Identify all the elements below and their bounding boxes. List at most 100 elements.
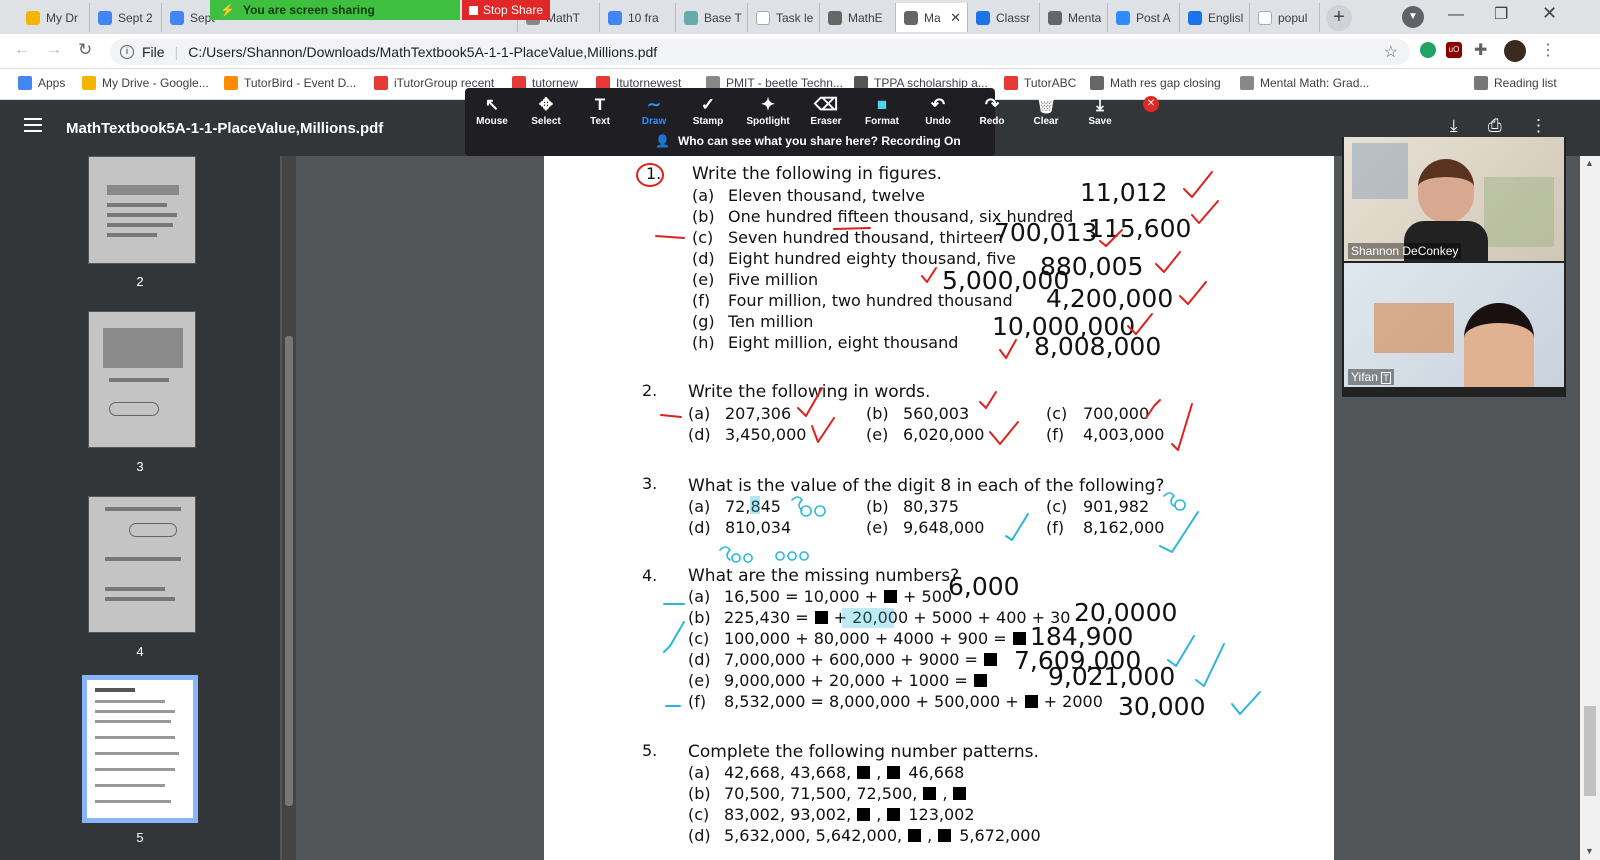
tool-spotlight[interactable]: ✦ Spotlight xyxy=(743,94,793,127)
browser-tab[interactable]: Classr xyxy=(968,3,1040,32)
bookmark-label: TutorBird - Event D... xyxy=(244,76,357,90)
browser-tab[interactable]: 10 fra xyxy=(600,3,676,32)
bookmark-star-icon[interactable]: ☆ xyxy=(1384,42,1398,62)
tool-redo[interactable]: ↷ Redo xyxy=(967,94,1017,127)
apps-grid-icon xyxy=(18,76,32,90)
browser-tab[interactable]: Menta xyxy=(1040,3,1108,32)
tool-eraser[interactable]: ⌫ Eraser xyxy=(801,94,851,127)
ublock-icon[interactable]: uO xyxy=(1446,42,1462,58)
browser-tab[interactable]: Ma ✕ xyxy=(896,3,968,32)
page-scrollbar[interactable]: ▲ ▼ xyxy=(1580,156,1600,860)
bookmark-item[interactable]: Apps xyxy=(18,76,65,90)
red-check-mark xyxy=(1145,399,1161,419)
redo-icon: ↷ xyxy=(984,95,1000,114)
tool-select[interactable]: ✥ Select xyxy=(521,94,571,127)
sidebar-scrollbar[interactable] xyxy=(282,156,296,860)
tool-label: Save xyxy=(1088,116,1112,127)
bookmark-item[interactable]: My Drive - Google... xyxy=(82,76,209,90)
video-tile-yifan[interactable]: Yifan T xyxy=(1344,263,1564,387)
close-annotation-icon[interactable]: ✕ xyxy=(1143,96,1159,112)
tool-label: Select xyxy=(531,116,561,127)
tool-format[interactable]: ■ Format xyxy=(857,94,907,127)
hamburger-menu-icon[interactable] xyxy=(24,118,42,132)
stop-share-button[interactable]: Stop Share xyxy=(462,0,550,20)
red-check-mark xyxy=(921,267,937,283)
red-check-mark xyxy=(811,417,835,443)
web-icon xyxy=(828,10,842,25)
cc-icon: T xyxy=(1381,372,1391,384)
new-tab-button[interactable]: + xyxy=(1326,5,1352,31)
url-input[interactable]: i File | C:/Users/Shannon/Downloads/Math… xyxy=(110,39,1410,65)
url-text: C:/Users/Shannon/Downloads/MathTextbook5… xyxy=(188,44,658,60)
tool-label: Text xyxy=(590,116,610,127)
extension-icon[interactable] xyxy=(1420,42,1436,58)
print-icon[interactable]: ⎙ xyxy=(1488,116,1502,136)
people-icon: 👤 xyxy=(655,134,670,148)
reading-list-icon xyxy=(1474,76,1488,90)
red-check-mark xyxy=(989,421,1019,445)
thumbnail-page-2[interactable] xyxy=(88,156,196,264)
tool-label: Spotlight xyxy=(746,116,790,127)
separator: | xyxy=(174,44,179,60)
reload-icon[interactable]: ↻ xyxy=(78,40,92,60)
minimize-button[interactable]: — xyxy=(1448,6,1464,24)
stop-share-label: Stop Share xyxy=(482,3,544,17)
thumbnail-page-3[interactable] xyxy=(88,311,196,448)
download-icon[interactable]: ⤓ xyxy=(1450,116,1458,136)
thumbnail-page-4[interactable] xyxy=(88,496,196,633)
tool-stamp[interactable]: ✓ Stamp xyxy=(683,94,733,127)
bookmark-item[interactable]: TutorABC xyxy=(1004,76,1076,90)
tool-text[interactable]: T Text xyxy=(575,94,625,127)
tab-label: Englisl xyxy=(1208,10,1244,25)
red-circle-mark xyxy=(636,163,664,187)
restore-button[interactable]: ❐ xyxy=(1494,4,1508,24)
thumbnail-number: 5 xyxy=(136,830,144,845)
browser-tab[interactable]: Post A xyxy=(1108,3,1180,32)
red-dash-mark xyxy=(660,414,682,418)
scroll-down-icon[interactable]: ▼ xyxy=(1585,846,1594,856)
close-window-button[interactable]: ✕ xyxy=(1542,3,1557,24)
tool-undo[interactable]: ↶ Undo xyxy=(913,94,963,127)
bookmark-item[interactable]: Mental Math: Grad... xyxy=(1240,76,1369,90)
tool-mouse[interactable]: ↖ Mouse xyxy=(467,94,517,127)
bookmark-item[interactable]: Math res gap closing xyxy=(1090,76,1221,90)
tab-search-icon[interactable]: ▼ xyxy=(1402,6,1424,28)
browser-tab[interactable]: Task le xyxy=(748,3,820,32)
thumbnail-number: 2 xyxy=(136,274,144,289)
web-icon xyxy=(904,10,918,25)
scroll-up-icon[interactable]: ▲ xyxy=(1585,158,1594,168)
tab-label: My Dr xyxy=(46,10,78,25)
close-tab-icon[interactable]: ✕ xyxy=(950,10,961,26)
browser-tab[interactable]: Sept 2 xyxy=(90,3,162,32)
profile-avatar[interactable] xyxy=(1504,40,1526,62)
bookmark-item[interactable]: Reading list xyxy=(1474,76,1557,90)
browser-tab[interactable]: Base T xyxy=(676,3,748,32)
bookmark-favicon xyxy=(1090,76,1104,90)
scroll-thumb[interactable] xyxy=(1584,706,1596,796)
puzzle-icon[interactable]: ✚ xyxy=(1474,40,1487,60)
tool-label: Eraser xyxy=(810,116,842,127)
browser-tab[interactable]: popul xyxy=(1250,3,1320,32)
bookmark-item[interactable]: TutorBird - Event D... xyxy=(224,76,356,90)
recording-notice[interactable]: 👤 Who can see what you share here? Record… xyxy=(655,134,961,148)
tool-clear[interactable]: 🗑 Clear xyxy=(1021,94,1071,127)
browser-tab[interactable]: My Dr xyxy=(18,3,90,32)
info-icon: i xyxy=(120,45,134,59)
tool-draw[interactable]: ∼ Draw xyxy=(629,94,679,127)
cyan-check-mark xyxy=(1005,513,1029,541)
video-tile-shannon[interactable]: Shannon DeConkey xyxy=(1344,137,1564,261)
red-check-mark xyxy=(1127,313,1153,335)
tool-save[interactable]: ⤓ Save xyxy=(1075,94,1125,127)
more-options-icon[interactable]: ⋮ xyxy=(1530,116,1547,136)
tool-label: Mouse xyxy=(476,116,508,127)
thumbnail-page-5-selected[interactable] xyxy=(82,675,198,823)
menu-dots-icon[interactable]: ⋮ xyxy=(1540,40,1556,60)
bookmark-favicon xyxy=(224,76,238,90)
back-icon[interactable]: ← xyxy=(14,41,30,59)
red-check-mark xyxy=(1171,403,1193,451)
bookmark-label: Mental Math: Grad... xyxy=(1260,76,1370,90)
browser-tab[interactable]: MathE xyxy=(820,3,896,32)
format-icon: ■ xyxy=(876,95,888,114)
browser-tab[interactable]: Englisl xyxy=(1180,3,1250,32)
forward-icon[interactable]: → xyxy=(46,41,62,59)
